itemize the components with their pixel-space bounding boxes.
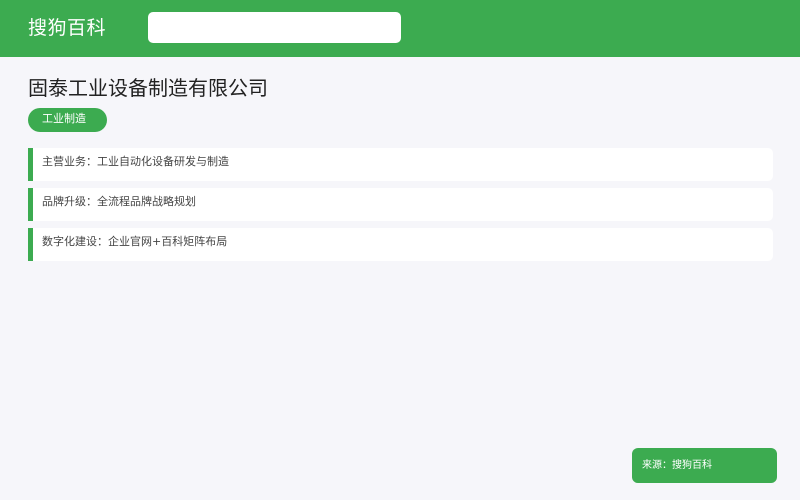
top-header-bar: 搜狗百科 [0,0,800,57]
page-title: 固泰工业设备制造有限公司 [28,76,268,100]
info-card-label: 品牌升级： [42,195,97,208]
info-card-label: 主营业务： [42,155,97,168]
info-card-value: 企业官网+百科矩阵布局 [108,235,228,248]
site-logo-text[interactable]: 搜狗百科 [28,15,106,41]
source-label: 来源： [642,460,672,471]
info-card-value: 工业自动化设备研发与制造 [97,155,229,168]
search-input[interactable] [148,12,401,43]
source-badge: 来源：搜狗百科 [632,448,777,483]
info-card-main-business: 主营业务：工业自动化设备研发与制造 [28,148,773,181]
source-value: 搜狗百科 [672,460,712,471]
info-card-brand-upgrade: 品牌升级：全流程品牌战略规划 [28,188,773,221]
info-card-label: 数字化建设： [42,235,108,248]
info-card-value: 全流程品牌战略规划 [97,195,196,208]
category-tag[interactable]: 工业制造 [28,108,107,132]
info-card-digital-construction: 数字化建设：企业官网+百科矩阵布局 [28,228,773,261]
